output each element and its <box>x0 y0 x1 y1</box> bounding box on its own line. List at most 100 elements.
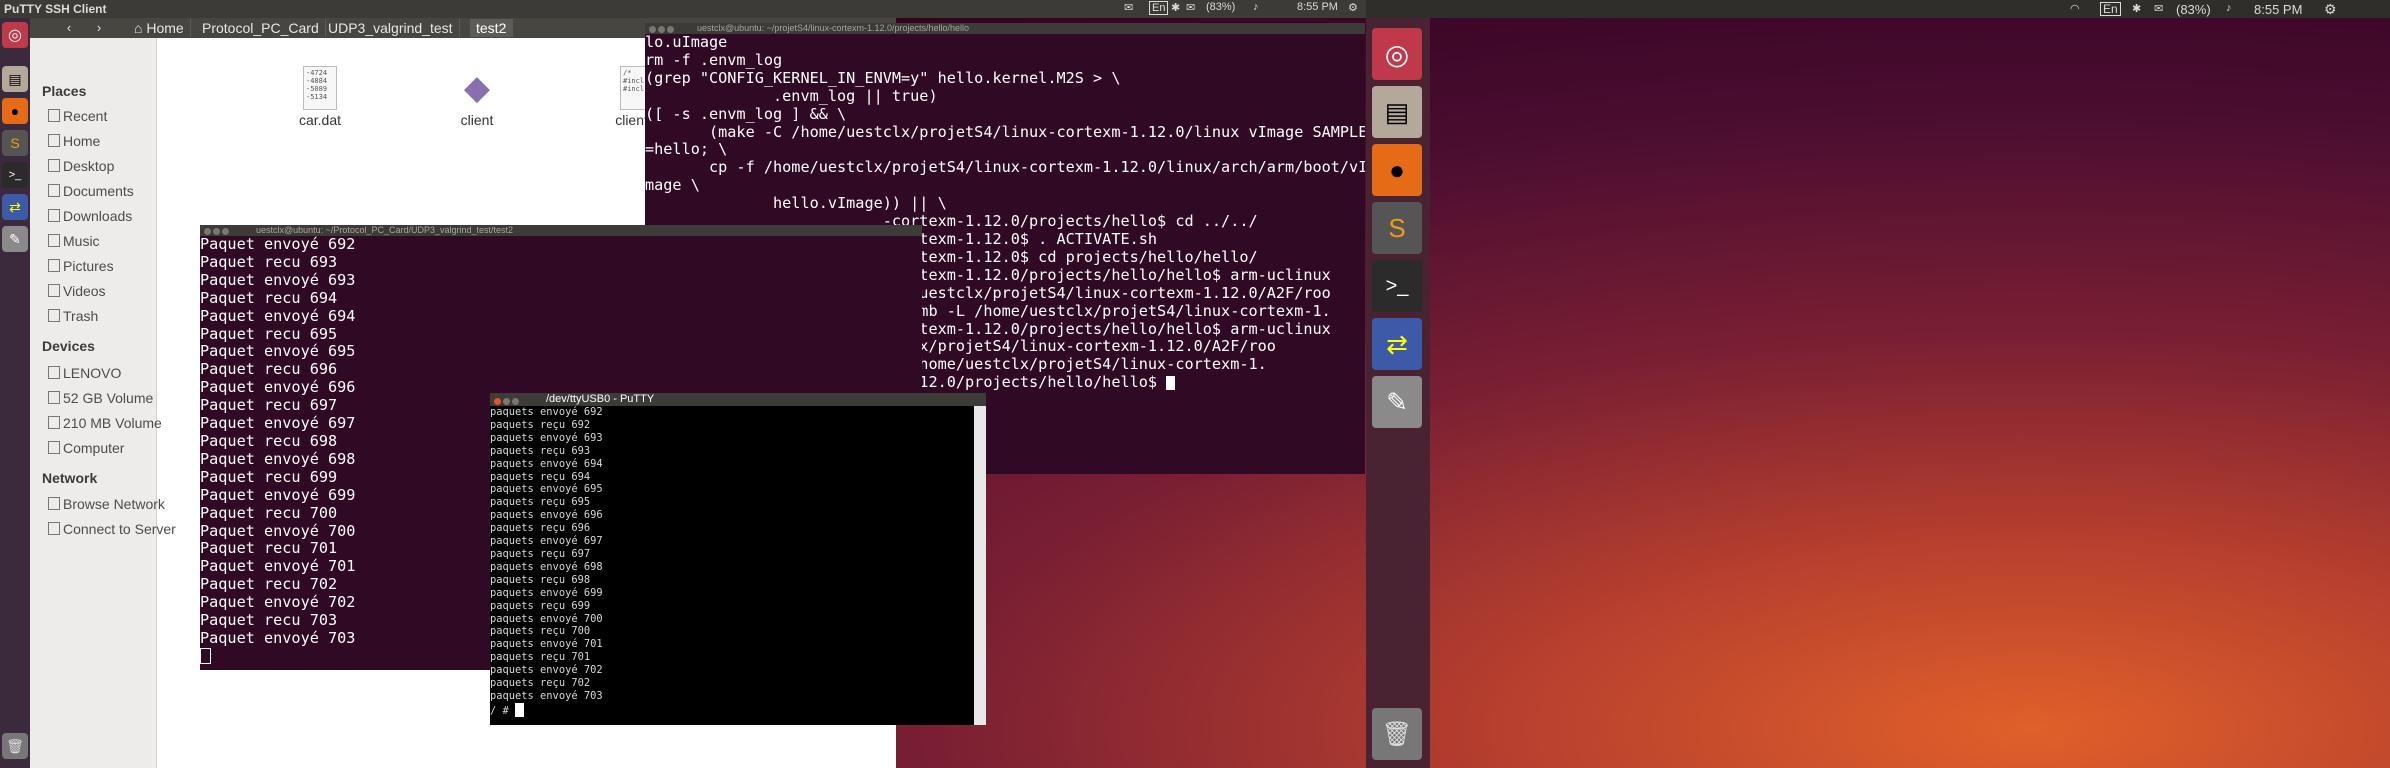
minimize-button[interactable] <box>213 228 220 235</box>
network-transfer-icon[interactable]: ⇄ <box>2 194 28 220</box>
text-editor-icon[interactable]: ✎ <box>2 226 28 252</box>
terminal-line: paquets reçu 697 <box>490 547 591 560</box>
picture-icon <box>48 259 60 272</box>
mail-icon[interactable]: ✉ <box>1124 1 1133 14</box>
sidebar-item-home[interactable]: Home <box>48 133 100 151</box>
sidebar-item-lenovo[interactable]: LENOVO <box>48 365 121 383</box>
battery-indicator[interactable]: (83%) <box>1206 1 1235 13</box>
network-icon <box>48 522 60 535</box>
breadcrumb-udp3[interactable]: UDP3_valgrind_test <box>322 19 460 37</box>
trash-icon[interactable]: 🗑 <box>1372 708 1422 760</box>
sidebar-item-52gb[interactable]: 52 GB Volume <box>48 390 153 408</box>
ubuntu-dash-icon[interactable]: ◎ <box>2 22 28 48</box>
terminal-line: paquets envoyé 695 <box>490 483 603 496</box>
executable-icon: ◆ <box>463 68 491 108</box>
clock[interactable]: 8:55 PM <box>2254 2 2302 17</box>
sidebar-item-music[interactable]: Music <box>48 233 100 251</box>
network-icon <box>48 497 60 510</box>
sidebar-item-recent[interactable]: Recent <box>48 108 107 126</box>
close-button[interactable] <box>649 26 656 33</box>
terminal-line: paquets reçu 701 <box>490 651 591 664</box>
drive-icon <box>48 441 60 454</box>
minimize-button[interactable] <box>503 398 510 405</box>
sidebar-item-desktop[interactable]: Desktop <box>48 158 114 176</box>
terminal-line: paquets reçu 695 <box>490 496 591 509</box>
file-car-dat[interactable]: -4724 -4884 -5089 -5134 car.dat <box>285 66 355 128</box>
volume-icon[interactable]: ♪ <box>2226 2 2232 14</box>
terminal-icon[interactable]: >_ <box>1372 260 1422 312</box>
terminal-line: paquets envoyé 693 <box>490 431 603 444</box>
drive-icon <box>48 391 60 404</box>
terminal-line: Paquet envoyé 695 <box>200 342 356 361</box>
gear-icon[interactable]: ⚙ <box>1348 1 1358 14</box>
forward-button[interactable]: › <box>90 20 108 36</box>
launcher-left: ◎ ▤ ● S >_ ⇄ ✎ 🗑 <box>0 18 30 768</box>
terminal-titlebar[interactable]: uestclx@ubuntu: ~/projetS4/linux-cortexm… <box>645 23 1365 34</box>
download-icon <box>48 209 60 222</box>
terminal-line: hello.vImage)) || \ <box>645 194 947 213</box>
terminal-line: paquets envoyé 692 <box>490 406 603 418</box>
trash-icon <box>48 309 60 322</box>
sidebar-item-documents[interactable]: Documents <box>48 183 134 201</box>
maximize-button[interactable] <box>512 398 519 405</box>
bluetooth-icon[interactable]: ✱ <box>2132 2 2141 15</box>
files-icon[interactable]: ▤ <box>1372 86 1422 138</box>
sublime-icon[interactable]: S <box>1372 202 1422 254</box>
ubuntu-dash-icon[interactable]: ◎ <box>1372 28 1422 80</box>
putty-titlebar[interactable]: /dev/ttyUSB0 - PuTTY <box>490 393 986 406</box>
terminal-line: paquets reçu 699 <box>490 599 591 612</box>
sublime-icon[interactable]: S <box>2 130 28 156</box>
envelope-icon[interactable]: ✉ <box>2154 2 2163 15</box>
terminal-line: ([ -s .envm_log ] && \ <box>645 104 847 123</box>
text-cursor <box>200 647 211 664</box>
sidebar-item-pictures[interactable]: Pictures <box>48 258 114 276</box>
sidebar-item-trash[interactable]: Trash <box>48 308 98 326</box>
file-manager-sidebar: Places Recent Home Desktop Documents Dow… <box>30 38 176 768</box>
maximize-button[interactable] <box>667 26 674 33</box>
sidebar-item-videos[interactable]: Videos <box>48 283 106 301</box>
minimize-button[interactable] <box>658 26 665 33</box>
firefox-icon[interactable]: ● <box>1372 144 1422 196</box>
trash-icon[interactable]: 🗑 <box>2 733 28 759</box>
text-cursor <box>1166 376 1176 391</box>
clock[interactable]: 8:55 PM <box>1297 1 1338 13</box>
breadcrumb-protocol[interactable]: Protocol_PC_Card <box>196 19 326 37</box>
keyboard-layout-indicator[interactable]: En <box>1149 1 1169 15</box>
terminal-line: paquets envoyé 696 <box>490 509 603 522</box>
putty-output[interactable]: paquets envoyé 692 paquets reçu 692 paquet… <box>490 406 974 725</box>
sidebar-item-connect-server[interactable]: Connect to Server <box>48 521 176 539</box>
close-button[interactable] <box>204 228 211 235</box>
volume-icon[interactable]: ♪ <box>1253 1 1259 13</box>
putty-scrollbar[interactable] <box>974 406 986 725</box>
sidebar-item-computer[interactable]: Computer <box>48 440 124 458</box>
terminal-line: Paquet envoyé 694 <box>200 306 356 325</box>
sidebar-item-downloads[interactable]: Downloads <box>48 208 132 226</box>
keyboard-layout-indicator[interactable]: En <box>2100 2 2121 16</box>
back-button[interactable]: ‹ <box>60 20 78 36</box>
breadcrumb-test2[interactable]: test2 <box>470 19 514 37</box>
text-editor-icon[interactable]: ✎ <box>1372 376 1422 428</box>
bluetooth-icon[interactable]: ✱ <box>1171 1 1180 14</box>
file-client[interactable]: ◆ client <box>442 66 512 128</box>
close-button[interactable] <box>494 398 501 405</box>
terminal-line: paquets reçu 700 <box>490 625 591 638</box>
file-name: car.dat <box>298 112 342 128</box>
wifi-icon[interactable]: ◠ <box>2070 2 2080 15</box>
battery-indicator[interactable]: (83%) <box>2176 2 2211 17</box>
terminal-line: rm -f .envm_log <box>645 50 783 69</box>
breadcrumb-home[interactable]: ⌂ Home <box>128 19 191 37</box>
envelope-icon[interactable]: ✉ <box>1186 1 1195 14</box>
home-icon: ⌂ <box>134 20 147 36</box>
terminal-line: paquets envoyé 700 <box>490 612 603 625</box>
files-icon[interactable]: ▤ <box>2 66 28 92</box>
terminal-line: Paquet recu 696 <box>200 360 338 379</box>
gear-icon[interactable]: ⚙ <box>2324 1 2337 18</box>
network-transfer-icon[interactable]: ⇄ <box>1372 318 1422 370</box>
sidebar-item-browse-network[interactable]: Browse Network <box>48 496 165 514</box>
terminal-icon[interactable]: >_ <box>2 162 28 188</box>
firefox-icon[interactable]: ● <box>2 98 28 124</box>
putty-window[interactable]: /dev/ttyUSB0 - PuTTY paquets envoyé 692 p… <box>490 393 986 725</box>
maximize-button[interactable] <box>222 228 229 235</box>
sidebar-item-210mb[interactable]: 210 MB Volume <box>48 415 162 433</box>
top-panel-left: PuTTY SSH Client ✉ En ✱ ✉ (83%) ♪ 8:55 P… <box>0 0 1366 18</box>
